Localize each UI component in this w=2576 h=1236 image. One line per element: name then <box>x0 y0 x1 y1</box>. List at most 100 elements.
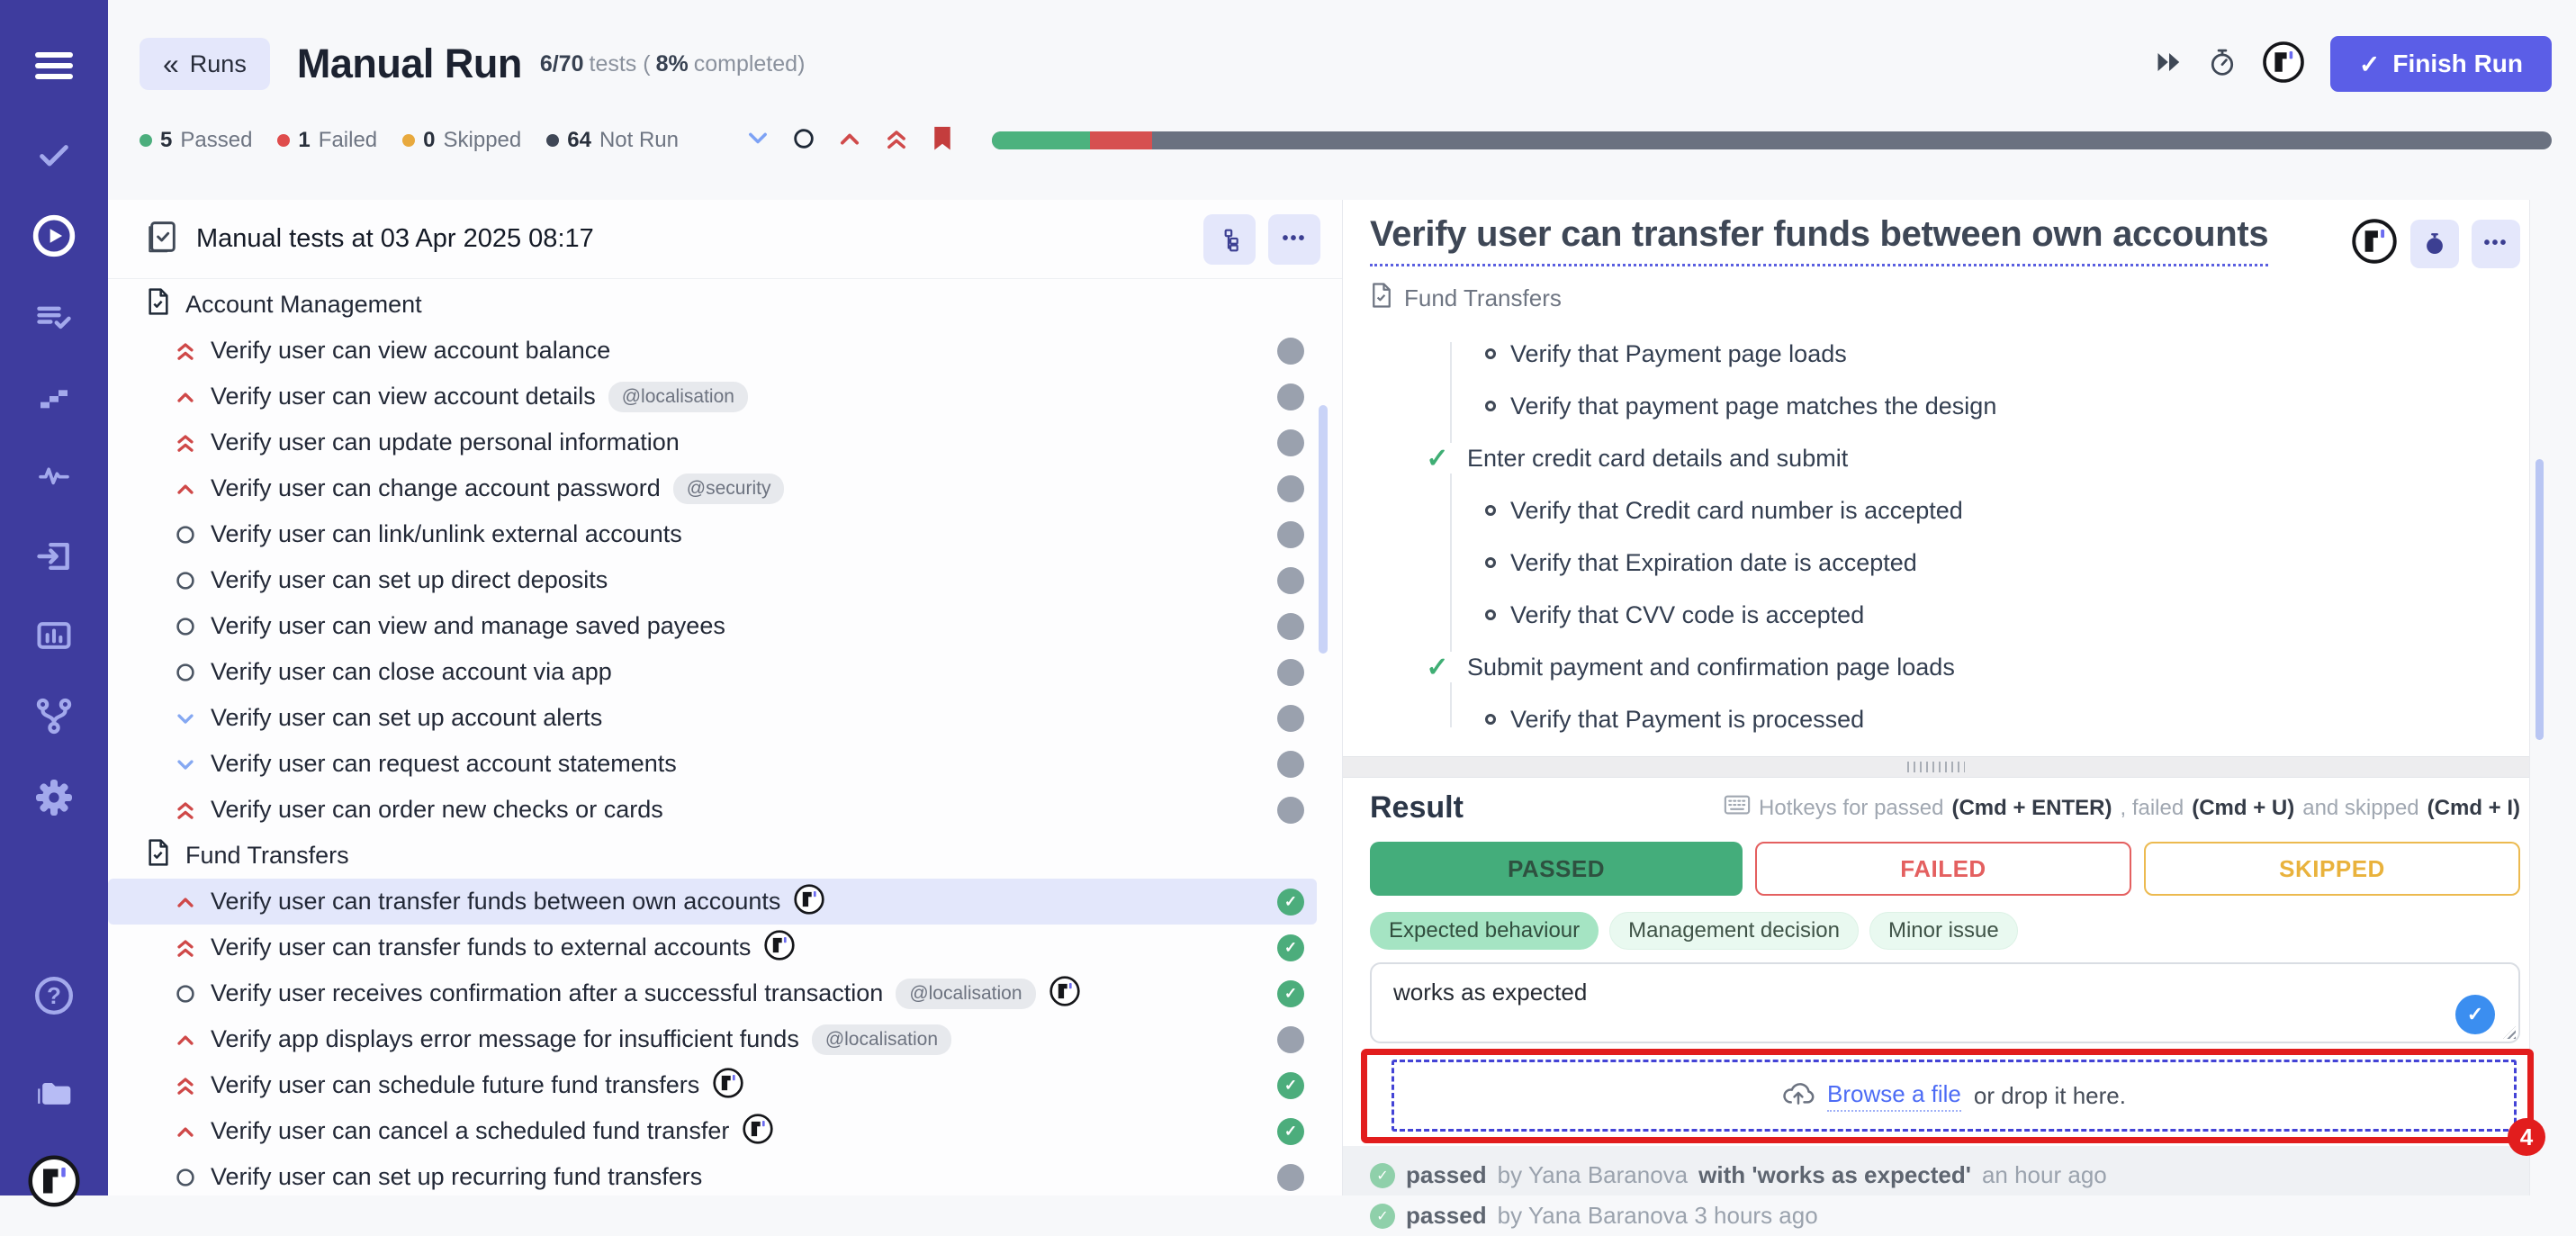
file-dropzone[interactable]: Browse a file or drop it here. <box>1392 1060 2517 1132</box>
timer-button[interactable] <box>2410 220 2459 268</box>
test-status-icon <box>1277 521 1304 548</box>
ellipsis-icon: ••• <box>2483 233 2508 254</box>
substep-item[interactable]: Verify that Expiration date is accepted <box>1370 537 2520 589</box>
sidebar-item-plans-list-check-icon[interactable] <box>0 297 108 337</box>
test-row[interactable]: Verify user can set up account alerts <box>108 695 1317 741</box>
double-caret-up-filter-icon[interactable] <box>884 126 909 156</box>
test-title: Verify user receives confirmation after … <box>211 979 883 1007</box>
steps-scrollbar[interactable] <box>2535 459 2544 740</box>
test-title: Verify user can request account statemen… <box>211 750 677 778</box>
comment-input[interactable]: works as expected <box>1372 964 2518 1021</box>
submit-comment-button[interactable]: ✓ <box>2455 995 2495 1034</box>
brand-logo-icon[interactable] <box>2351 218 2398 269</box>
test-row[interactable]: Verify user can update personal informat… <box>108 420 1317 465</box>
comment-box[interactable]: works as expected ✓ <box>1370 962 2520 1043</box>
test-row[interactable]: Verify user can close account via app <box>108 649 1317 695</box>
result-tag[interactable]: Minor issue <box>1869 912 2018 950</box>
drop-hint-text: or drop it here. <box>1974 1082 2126 1110</box>
status-dot-icon <box>402 134 415 147</box>
substep-item[interactable]: Verify that Credit card number is accept… <box>1370 484 2520 537</box>
test-row[interactable]: Verify user can link/unlink external acc… <box>108 511 1317 557</box>
failed-verdict-button[interactable]: FAILED <box>1755 842 2131 896</box>
test-row[interactable]: Verify user can cancel a scheduled fund … <box>108 1108 1317 1154</box>
substep-item[interactable]: Verify that payment page matches the des… <box>1370 380 2520 432</box>
test-title: Verify user can set up account alerts <box>211 704 602 732</box>
priority-icon <box>173 430 198 456</box>
panel-resize-handle[interactable] <box>1343 756 2529 778</box>
test-row[interactable]: Verify user can order new checks or card… <box>108 787 1317 833</box>
sidebar-help-icon[interactable]: ? <box>0 974 108 1017</box>
hotkeys-hint: Hotkeys for passed (Cmd + ENTER) , faile… <box>1724 794 2520 822</box>
skipped-verdict-button[interactable]: SKIPPED <box>2144 842 2520 896</box>
caret-up-filter-icon[interactable] <box>837 128 862 154</box>
sidebar-item-runs-play-icon[interactable] <box>0 212 108 259</box>
test-row[interactable]: Verify user can request account statemen… <box>108 741 1317 787</box>
test-tag-pill: @localisation <box>896 979 1035 1009</box>
test-row[interactable]: Verify user can view and manage saved pa… <box>108 603 1317 649</box>
test-row[interactable]: Verify user can set up direct deposits <box>108 557 1317 603</box>
test-title: Verify user can close account via app <box>211 658 612 686</box>
summary-item: 1 Failed <box>277 128 377 153</box>
test-tag-pill: @localisation <box>608 382 748 412</box>
breadcrumb[interactable]: Fund Transfers <box>1370 282 2520 315</box>
test-row[interactable]: Verify user can change account password … <box>108 465 1317 511</box>
test-row[interactable]: Verify user receives confirmation after … <box>108 970 1317 1016</box>
test-status-icon <box>1277 889 1304 916</box>
group-by-suite-button[interactable] <box>1203 214 1256 265</box>
sidebar-brand-logo-icon[interactable] <box>0 1154 108 1208</box>
sidebar-item-import-sign-in-icon[interactable] <box>0 537 108 576</box>
back-to-runs-button[interactable]: « Runs <box>140 38 270 90</box>
breadcrumb-suite-name: Fund Transfers <box>1404 284 1562 312</box>
test-list-panel: Manual tests at 03 Apr 2025 08:17 ••• Ac… <box>108 200 1343 1195</box>
result-heading: Result <box>1370 790 1464 826</box>
stopwatch-icon[interactable] <box>2208 47 2237 82</box>
test-row[interactable]: Verify user can transfer funds to extern… <box>108 925 1317 970</box>
textarea-resize-grip[interactable] <box>2503 1026 2516 1039</box>
sidebar-item-steps-icon[interactable] <box>0 378 108 414</box>
sidebar-projects-folder-icon[interactable] <box>0 1073 108 1113</box>
test-row[interactable]: Verify user can view account details @lo… <box>108 374 1317 420</box>
passed-verdict-button[interactable]: PASSED <box>1370 842 1743 896</box>
test-row[interactable]: Verify user can transfer funds between o… <box>108 879 1317 925</box>
step-item[interactable]: ✓ Enter credit card details and submit <box>1370 432 2520 484</box>
chevron-down-filter-icon[interactable] <box>745 128 770 154</box>
menu-hamburger-icon[interactable] <box>0 50 108 81</box>
tests-pct: 8% <box>656 51 689 77</box>
fast-forward-icon[interactable] <box>2156 50 2183 78</box>
sidebar-item-analytics-bar-chart-icon[interactable] <box>0 616 108 655</box>
brand-logo-icon[interactable] <box>2262 41 2305 88</box>
browse-file-link[interactable]: Browse a file <box>1827 1080 1961 1112</box>
detail-more-options-button[interactable]: ••• <box>2472 220 2520 268</box>
testomat-logo-icon <box>742 1113 774 1150</box>
result-tag[interactable]: Management decision <box>1609 912 1859 950</box>
bookmark-icon[interactable] <box>931 125 954 157</box>
step-item[interactable]: ✓ Submit payment and confirmation page l… <box>1370 641 2520 693</box>
test-row[interactable]: Verify app displays error message for in… <box>108 1016 1317 1062</box>
priority-icon <box>173 1027 198 1052</box>
left-list-scrollbar[interactable] <box>1319 405 1328 654</box>
suite-row[interactable]: Account Management <box>108 282 1342 328</box>
sidebar-item-settings-gear-icon[interactable] <box>0 776 108 819</box>
finish-run-button[interactable]: ✓ Finish Run <box>2330 36 2552 92</box>
summary-item: 0 Skipped <box>402 128 521 153</box>
result-tag[interactable]: Expected behaviour <box>1370 912 1599 950</box>
check-icon: ✓ <box>2359 50 2380 79</box>
substep-item[interactable]: Verify that CVV code is accepted <box>1370 589 2520 641</box>
test-row[interactable]: Verify user can schedule future fund tra… <box>108 1062 1317 1108</box>
test-status-icon <box>1277 475 1304 502</box>
sidebar-item-activity-pulse-icon[interactable] <box>0 457 108 493</box>
history-entry: passed by Yana Baranova 3 hours ago <box>1370 1195 2576 1236</box>
priority-icon <box>173 338 198 364</box>
test-row[interactable]: Verify user can set up recurring fund tr… <box>108 1154 1317 1195</box>
test-detail-panel: Verify user can transfer funds between o… <box>1343 200 2576 1195</box>
substep-item[interactable]: Verify that Payment is processed <box>1370 693 2520 745</box>
suite-row[interactable]: Fund Transfers <box>108 833 1342 879</box>
test-status-icon <box>1277 1026 1304 1053</box>
sidebar-item-tests-check-icon[interactable] <box>0 137 108 173</box>
test-detail-title[interactable]: Verify user can transfer funds between o… <box>1370 214 2268 266</box>
substep-item[interactable]: Verify that Payment page loads <box>1370 328 2520 380</box>
test-row[interactable]: Verify user can view account balance <box>108 328 1317 374</box>
sidebar-item-branches-icon[interactable] <box>0 695 108 736</box>
list-more-options-button[interactable]: ••• <box>1268 214 1320 265</box>
circle-outline-filter-icon[interactable] <box>792 127 815 155</box>
